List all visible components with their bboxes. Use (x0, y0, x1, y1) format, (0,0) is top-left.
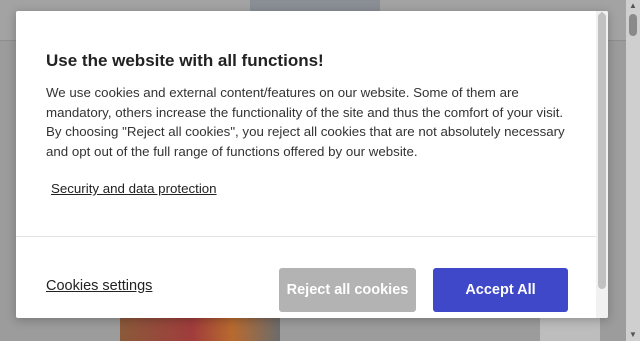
page-scrollbar-thumb[interactable] (629, 14, 637, 36)
page: ▲ ▼ Use the website with all functions! … (0, 0, 640, 341)
scroll-up-arrow-icon[interactable]: ▲ (626, 0, 640, 12)
dialog-divider (16, 236, 596, 237)
accept-all-button[interactable]: Accept All (433, 268, 568, 312)
scroll-down-arrow-icon[interactable]: ▼ (626, 329, 640, 341)
dialog-description: We use cookies and external content/feat… (46, 85, 565, 159)
reject-all-cookies-button[interactable]: Reject all cookies (279, 268, 416, 312)
dialog-scrollbar[interactable]: ▲ (596, 11, 608, 318)
dialog-scrollbar-thumb[interactable] (598, 13, 606, 289)
security-data-protection-link[interactable]: Security and data protection (51, 181, 217, 196)
dialog-title: Use the website with all functions! (46, 51, 324, 70)
cookie-consent-dialog: Use the website with all functions! We u… (16, 11, 608, 318)
cookie-dialog-body: Use the website with all functions! We u… (16, 11, 596, 236)
page-scrollbar[interactable]: ▲ ▼ (626, 0, 640, 341)
cookies-settings-link[interactable]: Cookies settings (46, 278, 152, 294)
